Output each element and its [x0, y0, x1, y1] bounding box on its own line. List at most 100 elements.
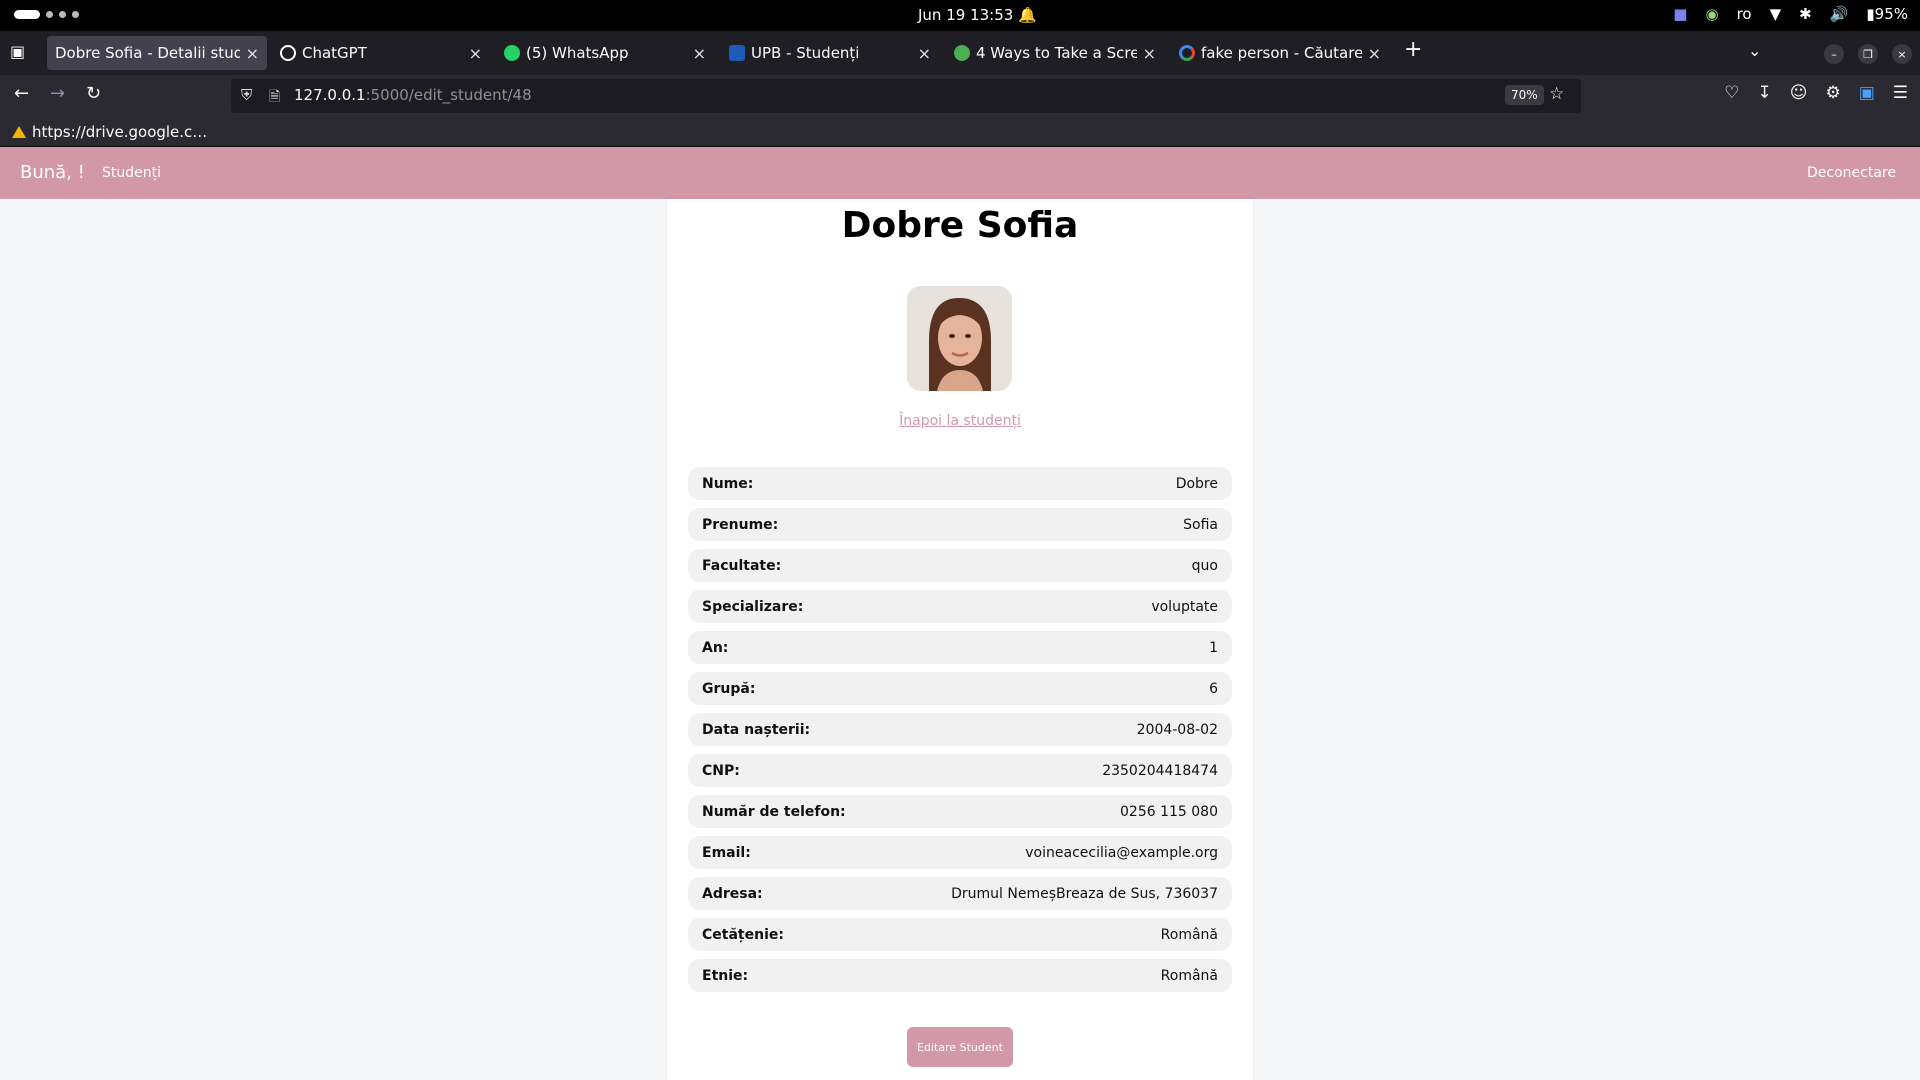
field-label: Cetățenie:: [702, 926, 784, 943]
close-tab-icon[interactable]: ×: [246, 44, 259, 63]
volume-icon[interactable]: 🔊: [1830, 5, 1849, 23]
site-header: Bună, ! Studenți Deconectare: [0, 147, 1920, 199]
field-row-grupa: Grupă: 6: [688, 672, 1232, 705]
google-drive-icon: [12, 126, 26, 138]
bookmark-star-icon[interactable]: ☆: [1549, 84, 1564, 104]
url-text[interactable]: 127.0.0.1:5000/edit_student/48: [294, 86, 532, 104]
close-tab-icon[interactable]: ×: [1143, 44, 1156, 63]
field-label: An:: [702, 639, 729, 656]
address-bar[interactable]: ⛨ 🗎 127.0.0.1:5000/edit_student/48 70% ☆: [231, 79, 1581, 113]
restore-icon[interactable]: ❐: [1858, 44, 1878, 64]
page-title: Dobre Sofia: [841, 205, 1079, 246]
tab-whatsapp[interactable]: (5) WhatsApp ×: [496, 36, 714, 70]
chatgpt-icon: [280, 45, 296, 61]
field-row-nume: Nume: Dobre: [688, 467, 1232, 500]
field-label: Număr de telefon:: [702, 803, 846, 820]
field-row-prenume: Prenume: Sofia: [688, 508, 1232, 541]
teams-icon[interactable]: ■: [1673, 5, 1687, 23]
bookmarks-toolbar: https://drive.google.c…: [0, 117, 1920, 147]
field-label: Facultate:: [702, 557, 782, 574]
reload-icon[interactable]: ↻: [86, 83, 101, 104]
edit-student-button[interactable]: Editare Student: [907, 1027, 1013, 1067]
field-label: Prenume:: [702, 516, 779, 533]
field-value: Sofia: [1183, 516, 1218, 533]
menu-hamburger-icon[interactable]: ☰: [1893, 83, 1908, 103]
extension-badge-icon[interactable]: ▣: [1859, 83, 1875, 103]
security-shield-icon[interactable]: ◉: [1705, 5, 1718, 23]
student-fields-list: Nume: Dobre Prenume: Sofia Facultate: qu…: [688, 467, 1232, 1000]
field-row-facultate: Facultate: quo: [688, 549, 1232, 582]
downloads-icon[interactable]: ↧: [1757, 83, 1771, 103]
pocket-icon[interactable]: ♡: [1724, 83, 1739, 103]
close-tab-icon[interactable]: ×: [469, 44, 482, 63]
field-value: 6: [1209, 680, 1218, 697]
field-value: Română: [1160, 967, 1218, 984]
field-row-email: Email: voineacecilia@example.org: [688, 836, 1232, 869]
field-row-cnp: CNP: 2350204418474: [688, 754, 1232, 787]
field-value: voluptate: [1151, 598, 1218, 615]
site-brand[interactable]: Bună, !: [20, 162, 85, 183]
account-icon[interactable]: ☺: [1790, 83, 1808, 103]
field-row-telefon: Număr de telefon: 0256 115 080: [688, 795, 1232, 828]
field-value: 0256 115 080: [1120, 803, 1218, 820]
extensions-icon[interactable]: ⚙: [1825, 83, 1840, 103]
field-value: 2350204418474: [1102, 762, 1218, 779]
close-tab-icon[interactable]: ×: [693, 44, 706, 63]
url-host: 127.0.0.1: [294, 86, 366, 104]
os-clock[interactable]: Jun 19 13:53: [918, 6, 1013, 24]
field-value: 2004-08-02: [1136, 721, 1218, 738]
field-row-an: An: 1: [688, 631, 1232, 664]
battery-icon: ▮: [1866, 5, 1875, 23]
tab-strip: ▣ Dobre Sofia - Detalii student × ChatGP…: [0, 31, 1920, 75]
forward-arrow-icon[interactable]: →: [50, 83, 65, 104]
keyboard-language[interactable]: ro: [1737, 5, 1752, 23]
new-tab-icon[interactable]: +: [1404, 37, 1422, 62]
workspace-indicator[interactable]: [14, 10, 79, 19]
google-icon: [1179, 45, 1195, 61]
upb-icon: [729, 45, 745, 61]
back-arrow-icon[interactable]: ←: [14, 83, 29, 104]
bookmark-google-drive[interactable]: https://drive.google.c…: [12, 123, 207, 141]
back-to-students-link[interactable]: Înapoi la studenți: [667, 413, 1253, 429]
url-path: :5000/edit_student/48: [365, 86, 532, 104]
zoom-level-badge[interactable]: 70%: [1505, 85, 1544, 105]
field-label: Etnie:: [702, 967, 749, 984]
field-row-adresa: Adresa: Drumul NemeșBreaza de Sus, 73603…: [688, 877, 1232, 910]
close-tab-icon[interactable]: ×: [918, 44, 931, 63]
close-window-icon[interactable]: ×: [1892, 44, 1912, 64]
nav-link-students[interactable]: Studenți: [102, 165, 161, 181]
field-label: Nume:: [702, 475, 754, 492]
navigation-toolbar: ← → ↻ ⛨ 🗎 127.0.0.1:5000/edit_student/48…: [0, 75, 1920, 117]
field-label: CNP:: [702, 762, 740, 779]
list-all-tabs-icon[interactable]: ⌄: [1748, 41, 1761, 60]
whatsapp-icon: [504, 45, 520, 61]
notification-bell-icon[interactable]: 🔔: [1018, 6, 1037, 24]
close-tab-icon[interactable]: ×: [1368, 44, 1381, 63]
tab-title: 4 Ways to Take a Screensh: [976, 44, 1137, 62]
field-value: quo: [1191, 557, 1218, 574]
battery-percent: 95%: [1874, 5, 1908, 23]
tab-dobre-sofia[interactable]: Dobre Sofia - Detalii student ×: [47, 36, 267, 70]
tab-screenshot-guide[interactable]: 4 Ways to Take a Screensh ×: [946, 36, 1164, 70]
wifi-icon[interactable]: ▼: [1770, 5, 1782, 23]
tab-google-search[interactable]: fake person - Căutare Goo ×: [1171, 36, 1389, 70]
tracking-shield-icon[interactable]: ⛨: [241, 86, 252, 104]
field-value: 1: [1209, 639, 1218, 656]
tab-title: UPB - Studenți: [751, 44, 860, 62]
tab-overview-icon[interactable]: ▣: [10, 42, 25, 61]
minimize-icon[interactable]: –: [1824, 44, 1844, 64]
tab-chatgpt[interactable]: ChatGPT ×: [272, 36, 490, 70]
logout-link[interactable]: Deconectare: [1807, 165, 1896, 181]
battery-indicator[interactable]: ▮95%: [1866, 5, 1908, 23]
bluetooth-icon[interactable]: ✱: [1799, 5, 1812, 23]
field-label: Adresa:: [702, 885, 763, 902]
student-detail-card: Dobre Sofia Înapoi la studenți Nume: Dob…: [667, 199, 1253, 1080]
tab-title: ChatGPT: [302, 44, 367, 62]
field-row-data-nasterii: Data nașterii: 2004-08-02: [688, 713, 1232, 746]
field-value: Română: [1160, 926, 1218, 943]
student-photo: [907, 286, 1012, 391]
os-top-bar: Jun 19 13:53 🔔 ■ ◉ ro ▼ ✱ 🔊 ▮95%: [0, 0, 1920, 31]
tab-title: (5) WhatsApp: [526, 44, 629, 62]
page-info-icon[interactable]: 🗎: [269, 86, 280, 110]
tab-upb-studenti[interactable]: UPB - Studenți ×: [721, 36, 939, 70]
